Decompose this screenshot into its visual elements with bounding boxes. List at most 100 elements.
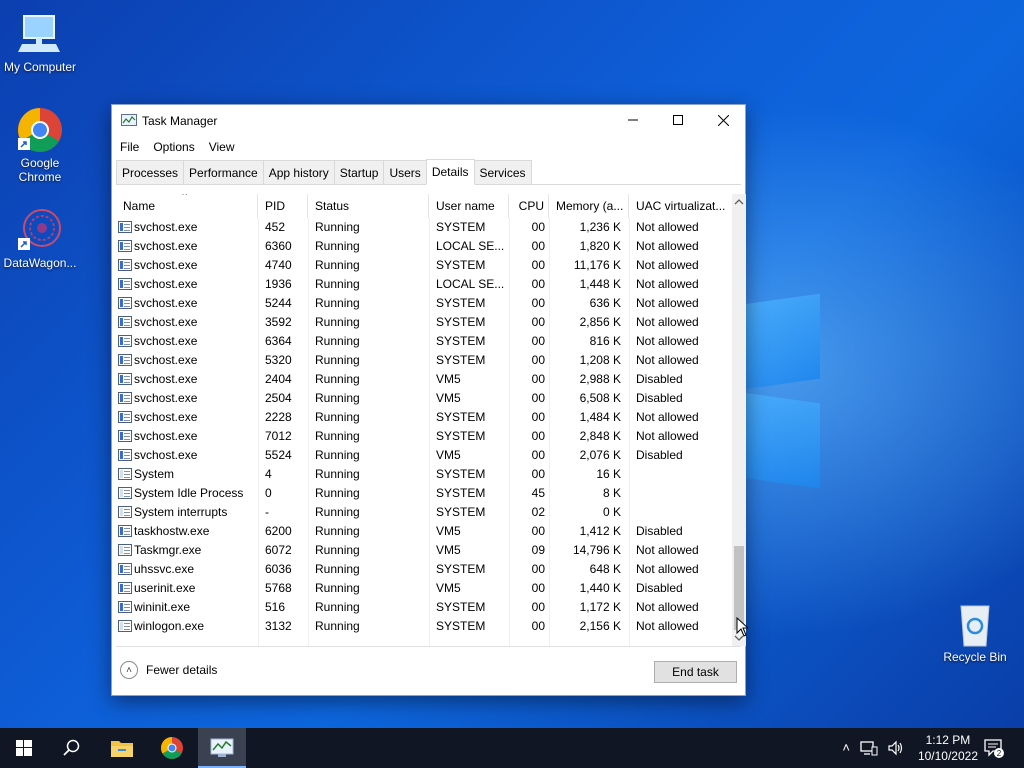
- desktop-icon-recycle-bin[interactable]: Recycle Bin: [935, 600, 1015, 664]
- cell-name: wininit.exe: [134, 600, 191, 614]
- scroll-up-icon[interactable]: [732, 196, 746, 208]
- process-icon: [118, 544, 132, 556]
- tab-startup[interactable]: Startup: [333, 160, 385, 184]
- cell-memory: 2,988 K: [579, 372, 621, 386]
- taskbar-task-manager[interactable]: [198, 728, 246, 768]
- cell-cpu: 00: [531, 391, 545, 405]
- volume-icon[interactable]: [888, 740, 904, 756]
- table-row[interactable]: svchost.exe 2404 Running VM5 00 2,988 K Disabl…: [116, 370, 732, 389]
- table-row[interactable]: svchost.exe 5320 Running SYSTEM 00 1,208 K Not…: [116, 351, 732, 370]
- column-header-name[interactable]: Name: [116, 194, 258, 218]
- column-header-uac-virtualization[interactable]: UAC virtualizat...: [629, 194, 729, 218]
- chrome-icon: [16, 106, 64, 154]
- taskbar-chrome[interactable]: [148, 728, 196, 768]
- notification-count: 2: [997, 749, 1002, 758]
- end-task-button[interactable]: End task: [654, 661, 737, 683]
- desktop-icon-datawagon[interactable]: DataWagon...: [0, 206, 80, 270]
- table-row[interactable]: svchost.exe 5244 Running SYSTEM 00 636 K Not a…: [116, 294, 732, 313]
- search-button[interactable]: [48, 728, 96, 768]
- title-bar[interactable]: Task Manager: [112, 105, 745, 136]
- column-header-memory[interactable]: Memory (a...: [549, 194, 629, 218]
- table-row[interactable]: svchost.exe 3592 Running SYSTEM 00 2,856 K Not…: [116, 313, 732, 332]
- column-header-cpu[interactable]: CPU: [509, 194, 549, 218]
- tab-services[interactable]: Services: [473, 160, 532, 184]
- cell-user-name: SYSTEM: [436, 505, 486, 519]
- table-row[interactable]: uhssvc.exe 6036 Running SYSTEM 00 648 K Not al…: [116, 560, 732, 579]
- cell-status: Running: [315, 410, 360, 424]
- table-row[interactable]: svchost.exe 6360 Running LOCAL SE... 00 1,820…: [116, 237, 732, 256]
- table-row[interactable]: taskhostw.exe 6200 Running VM5 00 1,412 K Disa…: [116, 522, 732, 541]
- clock-time: 1:12 PM: [925, 733, 971, 747]
- tab-details[interactable]: Details: [425, 159, 475, 185]
- menu-file[interactable]: File: [120, 140, 139, 154]
- desktop-icon-google-chrome[interactable]: Google Chrome: [0, 106, 80, 184]
- cell-memory: 16 K: [596, 467, 621, 481]
- cell-user-name: VM5: [436, 543, 461, 557]
- computer-icon: [16, 10, 64, 58]
- cell-uac-virtualization: Not allowed: [636, 220, 699, 234]
- table-row[interactable]: svchost.exe 5524 Running VM5 00 2,076 K Disabl…: [116, 446, 732, 465]
- cell-uac-virtualization: Not allowed: [636, 315, 699, 329]
- desktop-icon-my-computer[interactable]: My Computer: [0, 10, 80, 74]
- table-row[interactable]: svchost.exe 452 Running SYSTEM 00 1,236 K Not …: [116, 218, 732, 237]
- cell-cpu: 00: [531, 258, 545, 272]
- cell-user-name: SYSTEM: [436, 429, 486, 443]
- vertical-scrollbar[interactable]: [732, 194, 746, 646]
- table-row[interactable]: winlogon.exe 3132 Running SYSTEM 00 2,156 K No…: [116, 617, 732, 636]
- cell-uac-virtualization: Not allowed: [636, 258, 699, 272]
- desktop-icon-label: My Computer: [3, 60, 77, 74]
- table-row[interactable]: System interrupts - Running SYSTEM 02 0 K: [116, 503, 732, 522]
- table-row[interactable]: wininit.exe 516 Running SYSTEM 00 1,172 K Not …: [116, 598, 732, 617]
- table-row[interactable]: svchost.exe 1936 Running LOCAL SE... 00 1,448…: [116, 275, 732, 294]
- cell-user-name: SYSTEM: [436, 258, 486, 272]
- menu-options[interactable]: Options: [153, 140, 194, 154]
- table-row[interactable]: svchost.exe 2504 Running VM5 00 6,508 K Disabl…: [116, 389, 732, 408]
- table-row[interactable]: svchost.exe 2228 Running SYSTEM 00 1,484 K Not…: [116, 408, 732, 427]
- table-row[interactable]: System Idle Process 0 Running SYSTEM 45 8 K: [116, 484, 732, 503]
- cell-uac-virtualization: Not allowed: [636, 277, 699, 291]
- cell-status: Running: [315, 296, 360, 310]
- cell-user-name: VM5: [436, 581, 461, 595]
- cell-pid: 5524: [265, 448, 292, 462]
- process-icon: [118, 620, 132, 632]
- column-header-pid[interactable]: PID: [258, 194, 308, 218]
- cell-memory: 1,236 K: [579, 220, 621, 234]
- maximize-button[interactable]: [655, 105, 701, 135]
- tab-processes[interactable]: Processes: [116, 160, 185, 184]
- process-icon: [118, 221, 132, 233]
- cell-name: svchost.exe: [134, 334, 198, 348]
- notification-center-button[interactable]: 2: [970, 728, 1018, 768]
- tab-performance[interactable]: Performance: [183, 160, 264, 184]
- start-button[interactable]: [0, 728, 48, 768]
- minimize-button[interactable]: [610, 105, 656, 135]
- fewer-details-button[interactable]: ˄ Fewer details: [120, 661, 217, 679]
- table-row[interactable]: svchost.exe 7012 Running SYSTEM 00 2,848 K Not…: [116, 427, 732, 446]
- cell-status: Running: [315, 429, 360, 443]
- cell-user-name: SYSTEM: [436, 220, 486, 234]
- menu-view[interactable]: View: [209, 140, 235, 154]
- cell-cpu: 00: [531, 296, 545, 310]
- cell-uac-virtualization: Disabled: [636, 524, 683, 538]
- cell-name: taskhostw.exe: [134, 524, 210, 538]
- taskbar-clock[interactable]: 1:12 PM 10/10/2022: [918, 732, 978, 764]
- table-row[interactable]: userinit.exe 5768 Running VM5 00 1,440 K Disab…: [116, 579, 732, 598]
- column-header-user-name[interactable]: User name: [429, 194, 509, 218]
- network-icon[interactable]: [860, 740, 878, 756]
- fewer-details-label: Fewer details: [146, 663, 218, 677]
- tab-app-history[interactable]: App history: [262, 160, 335, 184]
- table-row[interactable]: Taskmgr.exe 6072 Running VM5 09 14,796 K Not a…: [116, 541, 732, 560]
- column-header-status[interactable]: Status: [308, 194, 429, 218]
- cell-cpu: 00: [531, 315, 545, 329]
- process-icon: [118, 563, 132, 575]
- taskbar-file-explorer[interactable]: [98, 728, 146, 768]
- table-row[interactable]: System 4 Running SYSTEM 00 16 K: [116, 465, 732, 484]
- cell-pid: 3592: [265, 315, 292, 329]
- cell-name: svchost.exe: [134, 296, 198, 310]
- table-row[interactable]: svchost.exe 4740 Running SYSTEM 00 11,176 K No…: [116, 256, 732, 275]
- close-button[interactable]: [700, 105, 746, 135]
- cell-memory: 6,508 K: [579, 391, 621, 405]
- table-row[interactable]: svchost.exe 6364 Running SYSTEM 00 816 K Not a…: [116, 332, 732, 351]
- chevron-up-icon[interactable]: ˄: [842, 740, 850, 756]
- tab-users[interactable]: Users: [383, 160, 427, 184]
- cell-user-name: VM5: [436, 372, 461, 386]
